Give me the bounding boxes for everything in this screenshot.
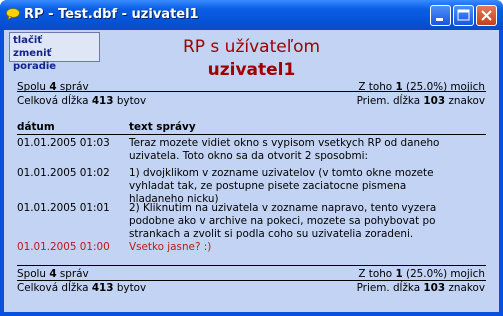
message-line: Teraz mozete vidiet okno s vypisom vsetk… <box>129 137 440 149</box>
close-button[interactable] <box>476 5 497 26</box>
message-line: 2) Kliknutim na uzivatela v zozname napr… <box>129 202 437 214</box>
length-value: 413 <box>91 95 114 107</box>
row-date: 01.01.2005 01:01 <box>17 202 110 214</box>
divider <box>17 280 486 281</box>
message-line: 1) dvojklikom v zozname uzivatelov (v to… <box>129 167 434 179</box>
column-date: dátum <box>17 121 55 133</box>
table-header-divider <box>17 134 486 135</box>
length-prefix: Celková dĺžka <box>17 282 89 294</box>
footer-divider <box>17 265 486 266</box>
length-suffix: bytov <box>116 95 147 107</box>
total-count: 4 <box>49 268 57 280</box>
own-prefix: Z toho <box>358 268 393 280</box>
row-date-own: 01.01.2005 01:00 <box>17 241 110 253</box>
table-row: Teraz mozete vidiet okno s vypisom vsetk… <box>129 137 484 163</box>
message-line: Vsetko jasne? :) <box>129 241 212 253</box>
maximize-icon <box>457 9 470 21</box>
content-area: tlačiť zmeniť poradie RP s užívateľom uz… <box>4 30 499 312</box>
own-suffix: (25.0%) mojich <box>406 268 485 280</box>
total-suffix: správ <box>59 268 89 280</box>
page-title: RP s užívateľom <box>182 37 321 57</box>
table-row: 1) dvojklikom v zozname uzivatelov (v to… <box>129 167 484 206</box>
avg-suffix: znakov <box>448 95 485 107</box>
total-messages: Spolu 4 správ <box>17 81 89 94</box>
maximize-button[interactable] <box>453 5 474 26</box>
row-date: 01.01.2005 01:02 <box>17 167 110 179</box>
total-prefix: Spolu <box>17 268 47 280</box>
message-line: uzivatela. Toto okno sa da otvorit 2 spo… <box>129 150 369 162</box>
own-count: 1 <box>395 268 403 280</box>
close-icon <box>481 10 492 21</box>
total-length: Celková dĺžka 413 bytov <box>17 95 146 108</box>
length-suffix: bytov <box>116 282 147 294</box>
average-length-bottom: Priem. dĺžka 103 znakov <box>357 282 485 295</box>
row-date: 01.01.2005 01:03 <box>17 137 110 149</box>
app-window: RP - Test.dbf - uzivatel1 tlačiť zmeniť … <box>0 0 503 316</box>
table-row: 2) Kliknutim na uzivatela v zozname napr… <box>129 202 484 241</box>
minimize-icon <box>436 18 443 21</box>
avg-prefix: Priem. dĺžka <box>356 282 421 294</box>
title-bar[interactable]: RP - Test.dbf - uzivatel1 <box>0 0 503 30</box>
own-messages: Z toho 1 (25.0%) mojich <box>358 81 485 94</box>
divider <box>17 91 486 92</box>
average-length: Priem. dĺžka 103 znakov <box>357 95 485 108</box>
avg-value: 103 <box>423 282 446 294</box>
column-text: text správy <box>129 121 196 133</box>
message-line: vyhladat tak, ze postupne pisete zaciato… <box>129 180 407 192</box>
speech-bubble-icon <box>6 8 20 20</box>
length-value: 413 <box>91 282 114 294</box>
avg-prefix: Priem. dĺžka <box>356 95 421 107</box>
length-prefix: Celková dĺžka <box>17 95 89 107</box>
user-name: uzivatel1 <box>207 60 296 80</box>
total-length-bottom: Celková dĺžka 413 bytov <box>17 282 146 295</box>
message-line: strankach a zvolit si podla coho su uziv… <box>129 228 414 240</box>
avg-value: 103 <box>423 95 446 107</box>
table-row-own: Vsetko jasne? :) <box>129 241 484 254</box>
window-title: RP - Test.dbf - uzivatel1 <box>24 7 199 22</box>
minimize-button[interactable] <box>430 5 451 26</box>
message-line: podobne ako v archive na pokeci, mozete … <box>129 215 436 227</box>
avg-suffix: znakov <box>448 282 485 294</box>
